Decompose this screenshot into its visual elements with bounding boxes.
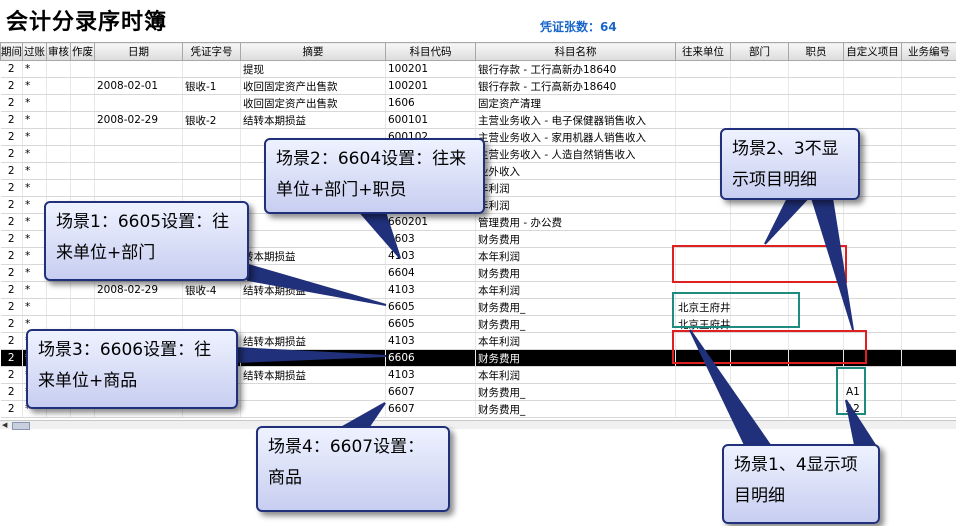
callout-scene14: 场景1、4显示项目明细 <box>722 444 880 524</box>
callout-scene2: 场景2：6604设置：往来单位+部门+职员 <box>264 138 485 214</box>
callout-scene4: 场景4：6607设置：商品 <box>256 426 450 512</box>
pointer-scene23-a <box>764 197 811 245</box>
pointer-scene2 <box>357 211 401 259</box>
callout-scene1: 场景1：6605设置：往来单位+部门 <box>44 201 249 281</box>
pointer-scene3 <box>235 346 387 364</box>
pointer-scene23-b <box>810 197 854 331</box>
pointer-scene14-a <box>689 329 772 446</box>
pointer-scene14-b <box>845 399 877 446</box>
pointer-scene4 <box>342 402 386 426</box>
callout-scene3: 场景3：6606设置：往来单位+商品 <box>26 329 238 409</box>
callout-scene23: 场景2、3不显示项目明细 <box>720 128 860 200</box>
pointer-scene1 <box>235 260 387 306</box>
